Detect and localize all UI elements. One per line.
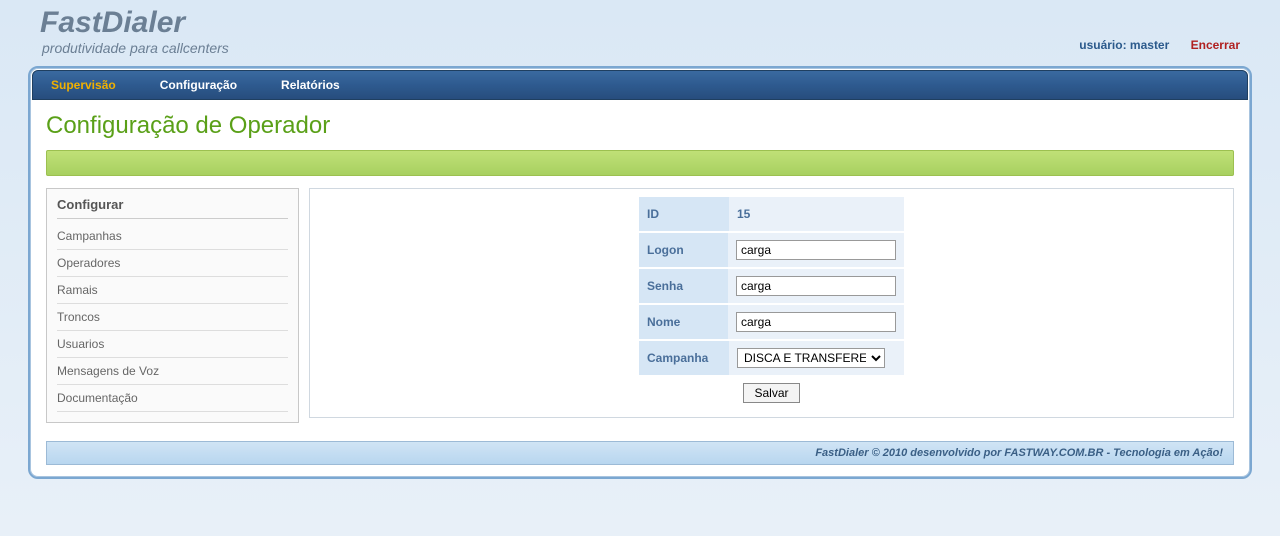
label-senha: Senha (639, 269, 728, 303)
label-nome: Nome (639, 305, 728, 339)
sidebar-item-operadores[interactable]: Operadores (57, 250, 288, 277)
row-senha: Senha (639, 269, 904, 305)
header: FastDialer produtividade para callcenter… (0, 0, 1280, 62)
status-bar (46, 150, 1234, 176)
label-id: ID (639, 197, 729, 231)
sidebar-item-usuarios[interactable]: Usuarios (57, 331, 288, 358)
page-title: Configuração de Operador (46, 112, 1234, 140)
content-area: Configuração de Operador Configurar Camp… (32, 100, 1248, 423)
input-nome[interactable] (736, 312, 896, 332)
row-logon: Logon (639, 233, 904, 269)
form-panel: ID 15 Logon Senha (309, 188, 1234, 418)
label-logon: Logon (639, 233, 728, 267)
sidebar-heading: Configurar (57, 197, 288, 219)
top-right: usuário: master Encerrar (1079, 38, 1240, 52)
user-label: usuário: master (1079, 38, 1169, 52)
logout-link[interactable]: Encerrar (1191, 38, 1240, 52)
sidebar-item-documentacao[interactable]: Documentação (57, 385, 288, 412)
save-button[interactable]: Salvar (743, 383, 799, 403)
input-senha[interactable] (736, 276, 896, 296)
main-panel: Supervisão Configuração Relatórios Confi… (28, 66, 1252, 479)
value-id: 15 (729, 197, 904, 231)
save-row: Salvar (639, 377, 904, 409)
nav-supervisao[interactable]: Supervisão (51, 78, 116, 92)
row-campanha: Campanha DISCA E TRANSFERE (639, 341, 904, 377)
select-campanha[interactable]: DISCA E TRANSFERE (737, 348, 885, 368)
row-nome: Nome (639, 305, 904, 341)
nav-relatorios[interactable]: Relatórios (281, 78, 340, 92)
nav-bar: Supervisão Configuração Relatórios (32, 70, 1248, 100)
input-logon[interactable] (736, 240, 896, 260)
sidebar-item-mensagens[interactable]: Mensagens de Voz (57, 358, 288, 385)
row-id: ID 15 (639, 197, 904, 233)
brand-subtitle: produtividade para callcenters (42, 40, 1240, 56)
sidebar-item-campanhas[interactable]: Campanhas (57, 223, 288, 250)
footer: FastDialer © 2010 desenvolvido por FASTW… (46, 441, 1234, 465)
sidebar-item-troncos[interactable]: Troncos (57, 304, 288, 331)
sidebar-item-ramais[interactable]: Ramais (57, 277, 288, 304)
nav-configuracao[interactable]: Configuração (160, 78, 237, 92)
brand-title: FastDialer (40, 8, 1240, 38)
label-campanha: Campanha (639, 341, 729, 375)
sidebar: Configurar Campanhas Operadores Ramais T… (46, 188, 299, 423)
